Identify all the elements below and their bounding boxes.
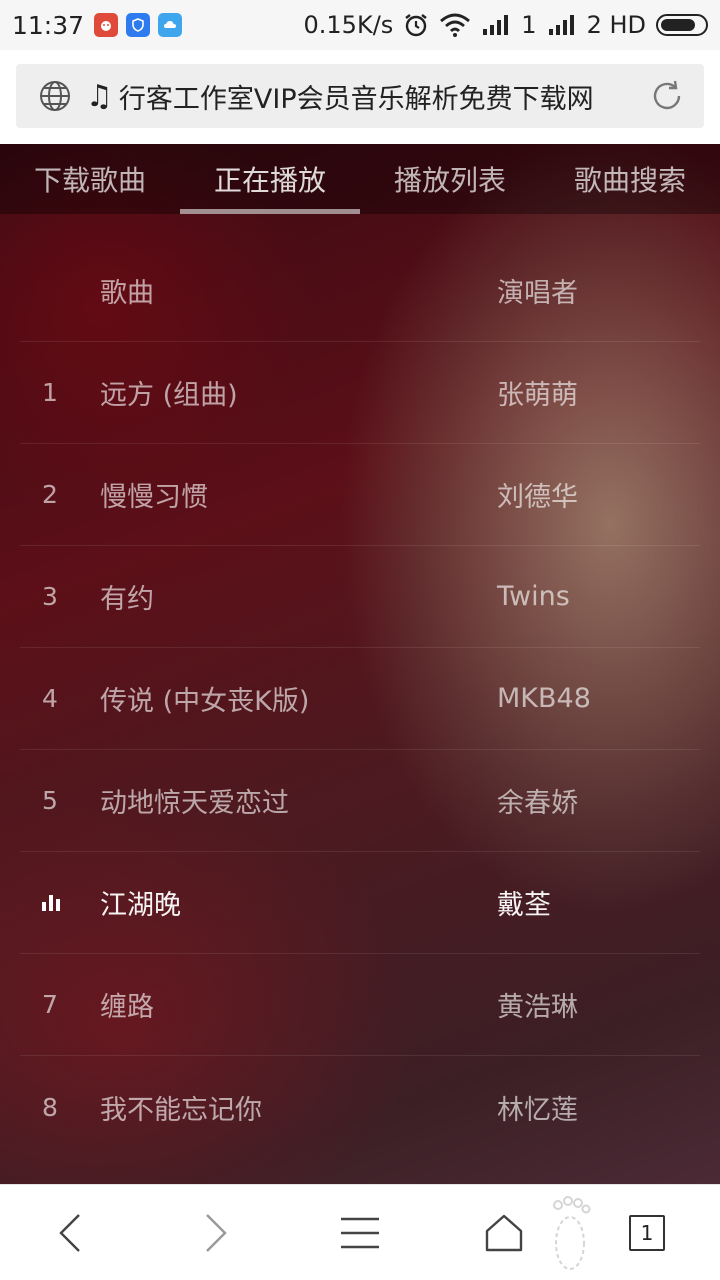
- cloud-icon: [158, 13, 183, 37]
- song-artist: 林忆莲: [497, 1094, 578, 1126]
- sim2-label: 2 HD: [586, 11, 646, 39]
- song-title: 缠路: [100, 992, 154, 1023]
- song-title: 我不能忘记你: [100, 1094, 262, 1126]
- header-song: 歌曲: [100, 278, 154, 309]
- song-title: 传说 (中女丧K版): [100, 686, 310, 717]
- forward-button[interactable]: [192, 1209, 240, 1257]
- table-row[interactable]: 1 远方 (组曲) 张萌萌: [20, 342, 700, 444]
- equalizer-icon: [42, 893, 60, 911]
- shield-icon: [126, 13, 151, 37]
- song-title: 江湖晚: [100, 890, 181, 921]
- song-artist: 刘德华: [497, 482, 578, 513]
- browser-bottom-nav: 1: [0, 1184, 720, 1280]
- song-artist: Twins: [497, 581, 570, 612]
- song-title: 远方 (组曲): [100, 380, 238, 411]
- table-header: 歌曲 演唱者: [20, 240, 700, 342]
- song-table: 歌曲 演唱者 1 远方 (组曲) 张萌萌 2 慢慢习惯 刘德华 3 有约 Twi…: [20, 240, 700, 1158]
- alarm-icon: [405, 14, 428, 37]
- table-row[interactable]: 3 有约 Twins: [20, 546, 700, 648]
- footprint-icon: [553, 1196, 591, 1270]
- song-artist: MKB48: [497, 683, 591, 714]
- globe-icon: [40, 81, 70, 111]
- row-number: 1: [42, 378, 58, 407]
- battery-icon: [656, 14, 708, 36]
- song-artist: 张萌萌: [497, 380, 578, 411]
- home-button[interactable]: [480, 1209, 528, 1257]
- app-notification-icon: [94, 13, 119, 37]
- address-bar[interactable]: ♫ 行客工作室VIP会员音乐解析免费下载网: [16, 64, 704, 128]
- music-note-icon: ♫: [86, 78, 113, 114]
- row-number: 7: [42, 990, 58, 1019]
- tab-bar: 下载歌曲 正在播放 播放列表 歌曲搜索: [0, 144, 720, 214]
- tab-playlist[interactable]: 播放列表: [360, 144, 540, 214]
- tab-now-playing[interactable]: 正在播放: [180, 144, 360, 214]
- table-row-playing[interactable]: 江湖晚 戴荃: [20, 852, 700, 954]
- tab-download[interactable]: 下载歌曲: [0, 144, 180, 214]
- table-row[interactable]: 5 动地惊天爱恋过 余春娇: [20, 750, 700, 852]
- row-number: 2: [42, 480, 58, 509]
- song-artist: 黄浩琳: [497, 992, 578, 1023]
- status-bar: 11:37 0.15K/s 1 2 HD: [0, 0, 720, 50]
- song-title: 有约: [100, 584, 154, 615]
- signal-sim2-icon: [548, 15, 574, 35]
- song-artist: 戴荃: [497, 890, 551, 921]
- wifi-icon: [440, 13, 471, 37]
- table-row[interactable]: 8 我不能忘记你 林忆莲: [20, 1056, 700, 1158]
- chevron-left-icon: [59, 1214, 80, 1252]
- tab-count-badge: 1: [629, 1215, 665, 1251]
- song-title: 慢慢习惯: [100, 482, 208, 513]
- table-row[interactable]: 2 慢慢习惯 刘德华: [20, 444, 700, 546]
- signal-sim1-icon: [483, 15, 509, 35]
- row-number: 4: [42, 684, 58, 713]
- menu-button[interactable]: [336, 1209, 384, 1257]
- page-title: 行客工作室VIP会员音乐解析免费下载网: [118, 83, 594, 115]
- chevron-right-icon: [206, 1214, 227, 1252]
- sim1-label: 1: [521, 11, 537, 39]
- player-panel: 下载歌曲 正在播放 播放列表 歌曲搜索 歌曲 演唱者 1 远方 (组曲) 张萌萌…: [0, 144, 720, 1184]
- row-number: 3: [42, 582, 58, 611]
- row-number: 8: [42, 1092, 58, 1122]
- clock: 11:37: [12, 10, 85, 40]
- song-artist: 余春娇: [497, 788, 578, 819]
- table-row[interactable]: 7 缠路 黄浩琳: [20, 954, 700, 1056]
- home-icon: [485, 1214, 523, 1252]
- song-title: 动地惊天爱恋过: [100, 788, 289, 819]
- back-button[interactable]: [46, 1209, 94, 1257]
- tab-search[interactable]: 歌曲搜索: [540, 144, 720, 214]
- now-playing-indicator: [20, 888, 100, 917]
- table-row[interactable]: 4 传说 (中女丧K版) MKB48: [20, 648, 700, 750]
- menu-icon: [341, 1217, 379, 1249]
- header-artist: 演唱者: [497, 278, 578, 309]
- tabs-button[interactable]: 1: [623, 1209, 671, 1257]
- row-number: 5: [42, 786, 58, 815]
- browser-toolbar: ♫ 行客工作室VIP会员音乐解析免费下载网: [0, 50, 720, 144]
- network-speed: 0.15K/s: [303, 11, 394, 39]
- reload-icon[interactable]: [648, 77, 686, 115]
